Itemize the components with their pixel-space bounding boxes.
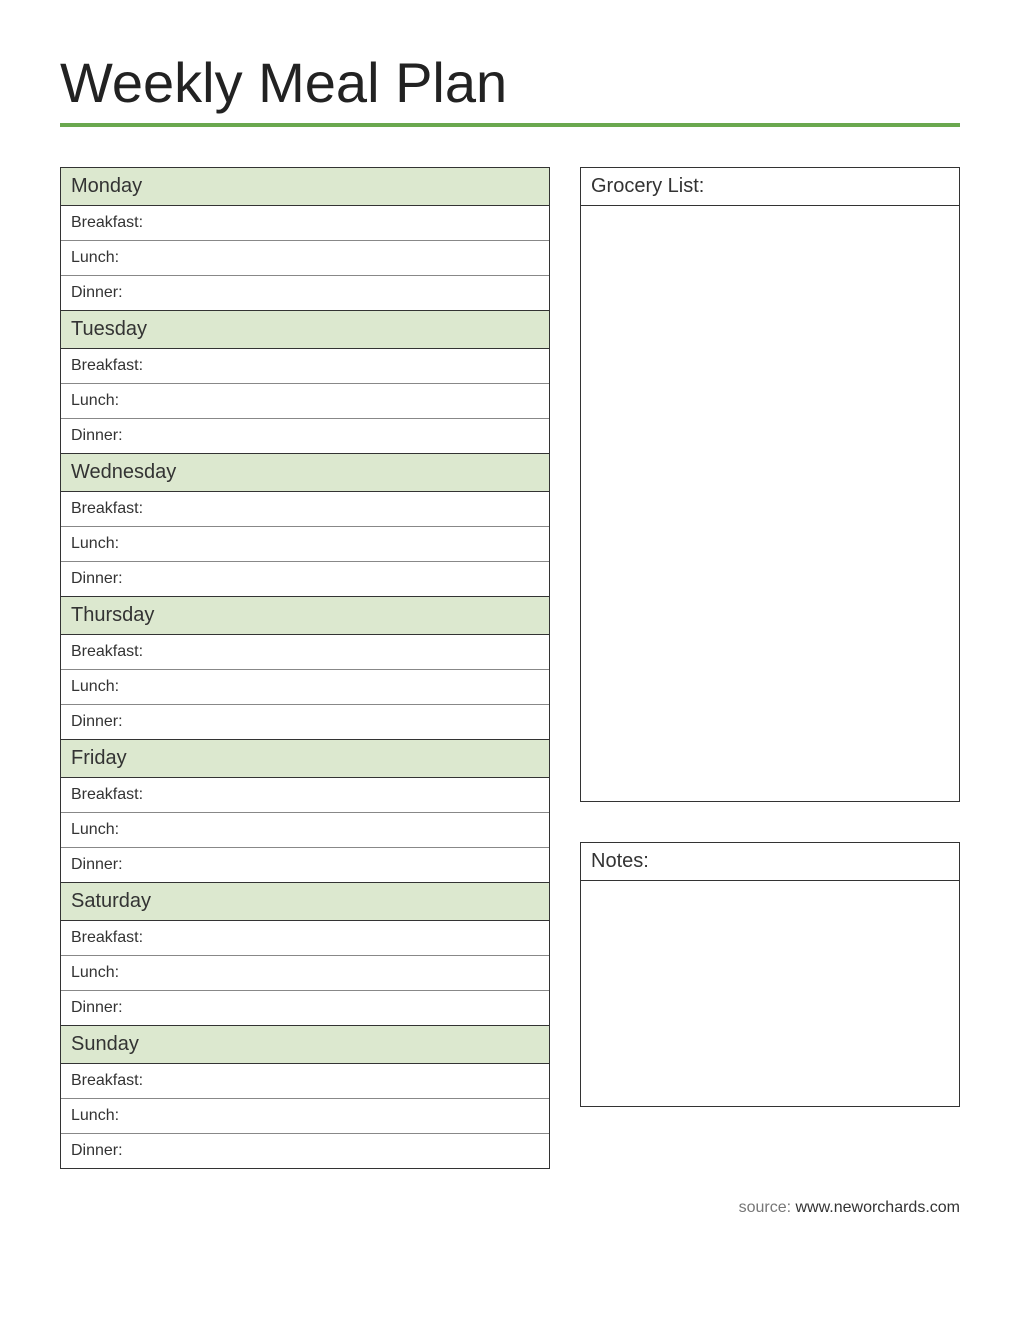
meal-row: Dinner:: [61, 991, 549, 1025]
meal-row: Dinner:: [61, 705, 549, 739]
notes-box: Notes:: [580, 842, 960, 1107]
meal-row: Breakfast:: [61, 921, 549, 956]
meal-row: Dinner:: [61, 419, 549, 453]
grocery-list-box: Grocery List:: [580, 167, 960, 802]
day-header-friday: Friday: [61, 739, 549, 778]
notes-body: [581, 881, 959, 1106]
main-layout: Monday Breakfast: Lunch: Dinner: Tuesday…: [60, 167, 960, 1169]
day-header-wednesday: Wednesday: [61, 453, 549, 492]
meal-row: Lunch:: [61, 384, 549, 419]
meal-row: Lunch:: [61, 527, 549, 562]
day-header-tuesday: Tuesday: [61, 310, 549, 349]
day-header-thursday: Thursday: [61, 596, 549, 635]
meal-row: Breakfast:: [61, 206, 549, 241]
meal-row: Lunch:: [61, 1099, 549, 1134]
grocery-list-body: [581, 206, 959, 801]
meal-row: Dinner:: [61, 276, 549, 310]
meal-plan-table: Monday Breakfast: Lunch: Dinner: Tuesday…: [60, 167, 550, 1169]
source-text: www.neworchards.com: [796, 1199, 961, 1216]
meal-plan-column: Monday Breakfast: Lunch: Dinner: Tuesday…: [60, 167, 550, 1169]
day-header-sunday: Sunday: [61, 1025, 549, 1064]
page-title: Weekly Meal Plan: [60, 50, 960, 127]
meal-row: Dinner:: [61, 562, 549, 596]
day-header-monday: Monday: [61, 168, 549, 206]
source-prefix: source:: [739, 1199, 796, 1216]
sidebar-column: Grocery List: Notes:: [580, 167, 960, 1169]
meal-row: Breakfast:: [61, 492, 549, 527]
meal-row: Breakfast:: [61, 1064, 549, 1099]
source-line: source: www.neworchards.com: [60, 1199, 960, 1217]
notes-header: Notes:: [581, 843, 959, 881]
meal-row: Lunch:: [61, 241, 549, 276]
meal-row: Dinner:: [61, 848, 549, 882]
meal-row: Breakfast:: [61, 349, 549, 384]
meal-row: Breakfast:: [61, 635, 549, 670]
meal-row: Lunch:: [61, 813, 549, 848]
meal-row: Dinner:: [61, 1134, 549, 1168]
grocery-list-header: Grocery List:: [581, 168, 959, 206]
day-header-saturday: Saturday: [61, 882, 549, 921]
meal-row: Lunch:: [61, 670, 549, 705]
meal-row: Lunch:: [61, 956, 549, 991]
meal-row: Breakfast:: [61, 778, 549, 813]
